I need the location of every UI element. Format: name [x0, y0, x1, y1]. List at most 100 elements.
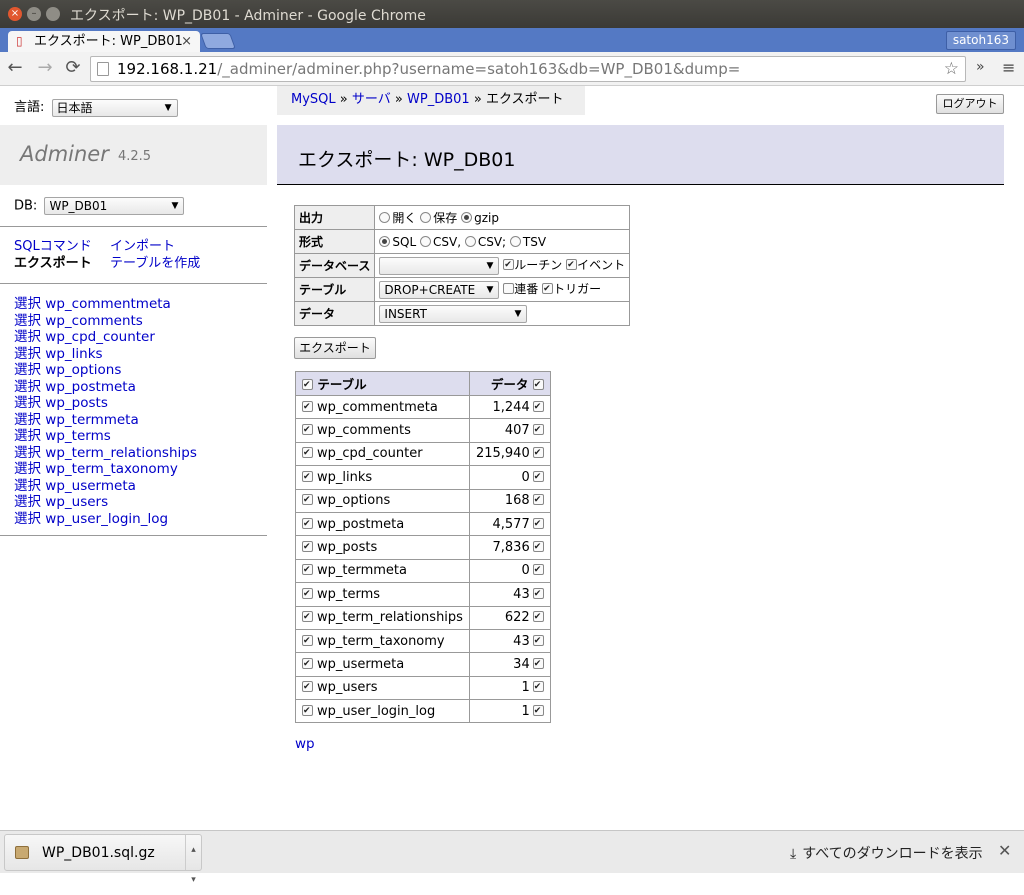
- export-link-active[interactable]: エクスポート: [14, 255, 110, 272]
- table-structure-link[interactable]: wp_users: [45, 494, 108, 510]
- select-table-link[interactable]: 選択: [14, 329, 41, 345]
- import-link[interactable]: インポート: [110, 239, 175, 254]
- chrome-menu-icon[interactable]: ≡: [1002, 58, 1015, 77]
- auto-increment-checkbox[interactable]: [503, 283, 515, 295]
- output-gzip-radio[interactable]: [461, 212, 473, 223]
- table-structure-link[interactable]: wp_terms: [45, 428, 110, 444]
- table-structure-link[interactable]: wp_links: [45, 346, 102, 362]
- table-structure-link[interactable]: wp_options: [45, 362, 121, 378]
- table-export-checkbox[interactable]: [302, 447, 313, 459]
- data-export-checkbox[interactable]: [532, 494, 544, 506]
- select-table-link[interactable]: 選択: [14, 511, 41, 527]
- table-export-checkbox[interactable]: [302, 494, 313, 506]
- table-structure-link[interactable]: wp_usermeta: [45, 478, 136, 494]
- table-export-checkbox[interactable]: [302, 424, 313, 436]
- data-export-checkbox[interactable]: [532, 517, 544, 529]
- data-export-checkbox[interactable]: [532, 470, 544, 482]
- table-export-checkbox[interactable]: [302, 564, 313, 576]
- data-export-checkbox[interactable]: [532, 541, 544, 553]
- window-minimize-icon[interactable]: –: [27, 7, 41, 21]
- table-export-checkbox[interactable]: [302, 611, 313, 623]
- select-table-link[interactable]: 選択: [14, 346, 41, 362]
- breadcrumb-db[interactable]: WP_DB01: [407, 92, 470, 107]
- data-style-select[interactable]: INSERT ▼: [379, 304, 528, 323]
- format-csv-comma-radio[interactable]: [419, 235, 431, 247]
- select-table-link[interactable]: 選択: [14, 494, 41, 510]
- select-table-link[interactable]: 選択: [14, 296, 41, 312]
- back-arrow-icon[interactable]: ←: [4, 57, 26, 79]
- table-structure-link[interactable]: wp_term_relationships: [45, 445, 197, 461]
- table-export-checkbox[interactable]: [302, 517, 313, 529]
- tab-close-icon[interactable]: ×: [181, 31, 192, 52]
- select-table-link[interactable]: 選択: [14, 395, 41, 411]
- routines-checkbox[interactable]: [503, 259, 515, 271]
- table-export-checkbox[interactable]: [302, 681, 313, 693]
- table-prefix-link[interactable]: wp: [295, 736, 315, 752]
- data-export-checkbox[interactable]: [532, 681, 544, 693]
- table-structure-link[interactable]: wp_commentmeta: [45, 296, 171, 312]
- bookmark-star-icon[interactable]: ☆: [944, 57, 959, 81]
- browser-tab-active[interactable]: ▯ エクスポート: WP_DB01 ×: [8, 31, 200, 52]
- output-save-radio[interactable]: [420, 212, 432, 223]
- table-structure-link[interactable]: wp_term_taxonomy: [45, 461, 178, 477]
- table-structure-link[interactable]: wp_posts: [45, 395, 108, 411]
- data-export-checkbox[interactable]: [532, 587, 544, 599]
- export-button[interactable]: エクスポート: [294, 337, 376, 359]
- select-table-link[interactable]: 選択: [14, 313, 41, 329]
- profile-user-badge[interactable]: satoh163: [945, 31, 1016, 50]
- download-menu-caret-icon[interactable]: ▴ ▾: [185, 835, 201, 885]
- show-all-downloads-link[interactable]: ⤓ すべてのダウンロードを表示: [790, 843, 983, 863]
- format-tsv-radio[interactable]: [509, 235, 521, 247]
- adminer-logo-link[interactable]: Adminer: [20, 142, 109, 166]
- triggers-checkbox[interactable]: [542, 283, 554, 295]
- table-structure-link[interactable]: wp_postmeta: [45, 379, 136, 395]
- select-table-link[interactable]: 選択: [14, 428, 41, 444]
- table-export-checkbox[interactable]: [302, 634, 313, 646]
- data-export-checkbox[interactable]: [532, 611, 544, 623]
- language-select[interactable]: 日本語 ▼: [51, 98, 178, 117]
- data-export-checkbox[interactable]: [532, 704, 544, 716]
- extensions-overflow-icon[interactable]: »: [976, 59, 985, 75]
- data-export-checkbox[interactable]: [532, 447, 544, 459]
- data-export-checkbox[interactable]: [532, 564, 544, 576]
- download-item[interactable]: WP_DB01.sql.gz ▴ ▾: [4, 834, 202, 885]
- logout-button[interactable]: ログアウト: [936, 94, 1004, 114]
- format-csv-semicolon-radio[interactable]: [464, 235, 476, 247]
- output-open-radio[interactable]: [379, 212, 391, 223]
- table-export-checkbox[interactable]: [302, 587, 313, 599]
- events-checkbox[interactable]: [566, 259, 578, 271]
- data-export-checkbox[interactable]: [532, 400, 544, 412]
- table-structure-link[interactable]: wp_comments: [45, 313, 143, 329]
- forward-arrow-icon[interactable]: →: [34, 57, 56, 79]
- window-maximize-icon[interactable]: [46, 7, 60, 21]
- window-close-icon[interactable]: ×: [8, 7, 22, 21]
- select-table-link[interactable]: 選択: [14, 478, 41, 494]
- table-style-select[interactable]: DROP+CREATE ▼: [379, 280, 500, 299]
- create-table-link[interactable]: テーブルを作成: [110, 256, 200, 271]
- data-export-checkbox[interactable]: [532, 657, 544, 669]
- table-structure-link[interactable]: wp_cpd_counter: [45, 329, 155, 345]
- table-export-checkbox[interactable]: [302, 657, 313, 669]
- table-structure-link[interactable]: wp_termmeta: [45, 412, 138, 428]
- breadcrumb-mysql[interactable]: MySQL: [291, 92, 336, 107]
- table-structure-link[interactable]: wp_user_login_log: [45, 511, 168, 527]
- select-table-link[interactable]: 選択: [14, 445, 41, 461]
- select-table-link[interactable]: 選択: [14, 362, 41, 378]
- db-select[interactable]: WP_DB01 ▼: [44, 197, 185, 215]
- select-table-link[interactable]: 選択: [14, 461, 41, 477]
- table-export-checkbox[interactable]: [302, 470, 313, 482]
- format-sql-radio[interactable]: [379, 235, 391, 247]
- reload-icon[interactable]: ⟳: [62, 57, 84, 79]
- sql-command-link[interactable]: SQLコマンド: [14, 238, 110, 255]
- select-all-data-checkbox[interactable]: [532, 379, 544, 390]
- close-shelf-icon[interactable]: ✕: [998, 841, 1011, 860]
- new-tab-button[interactable]: [200, 33, 236, 49]
- select-table-link[interactable]: 選択: [14, 379, 41, 395]
- select-table-link[interactable]: 選択: [14, 412, 41, 428]
- data-export-checkbox[interactable]: [532, 634, 544, 646]
- data-export-checkbox[interactable]: [532, 424, 544, 436]
- breadcrumb-server[interactable]: サーバ: [352, 92, 391, 107]
- select-all-tables-checkbox[interactable]: [302, 379, 313, 390]
- database-select[interactable]: ▼: [379, 256, 500, 275]
- table-export-checkbox[interactable]: [302, 541, 313, 553]
